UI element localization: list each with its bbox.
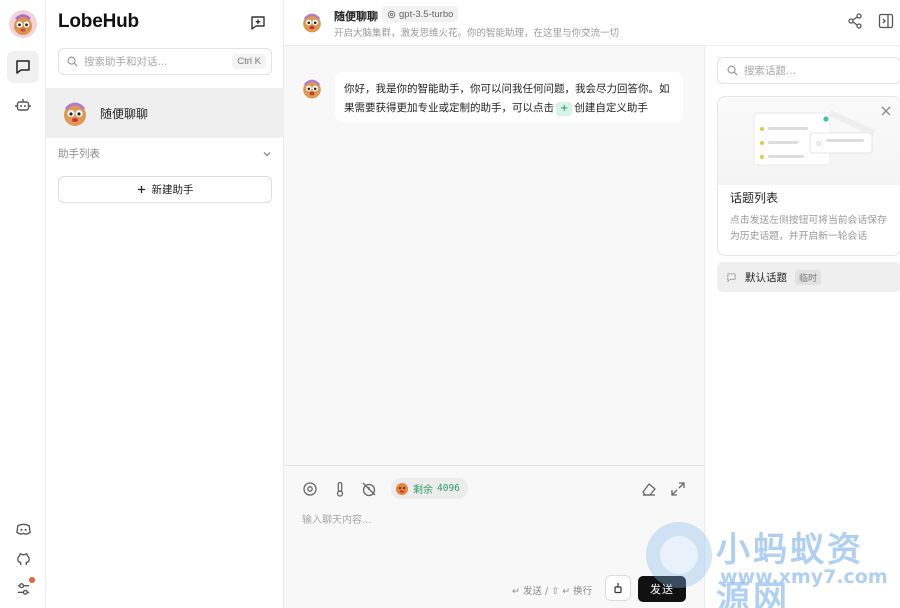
message-avatar [303,79,321,99]
chat-input[interactable]: 输入聊天内容... [302,511,372,526]
search-icon [727,65,738,76]
topic-search-input[interactable]: 搜索话题... [717,57,900,84]
token-label: 剩余 [413,485,433,496]
token-emoji-icon [396,482,408,495]
icon-rail [0,0,46,608]
chat-input-area: 剩余 4096 输入聊天内容... ↵ 发送 / ⇧ ↵ 换行 发送 [284,465,704,608]
send-hint: ↵ 发送 / ⇧ ↵ 换行 [512,586,593,597]
share-icon[interactable] [846,12,864,30]
rail-discord-button[interactable] [7,513,39,545]
session-item-active[interactable]: 随便聊聊 [46,88,283,138]
temporary-badge: 临时 [795,269,822,285]
create-assistant-chip[interactable]: + [556,102,573,116]
group-label: 助手列表 [58,148,100,160]
session-avatar [64,102,86,126]
search-shortcut: Ctrl K [232,54,266,69]
search-icon [67,56,78,67]
svg-text:☆: ☆ [815,139,822,148]
new-assistant-label: 新建助手 [151,184,194,196]
chevron-down-icon [263,151,271,156]
chat-header: 随便聊聊 gpt-3.5-turbo 开启大脑集群，激发思维火花。你的智能助理，… [284,0,900,46]
session-panel: LobeHub 搜索助手和对话... Ctrl K 随便聊聊 助手列表 新建助手 [46,0,284,608]
assistant-group-header[interactable]: 助手列表 [58,146,272,161]
rail-settings-button[interactable] [7,573,39,605]
brand-logo: LobeHub [58,11,139,32]
temperature-icon[interactable] [331,480,349,498]
user-avatar[interactable] [9,10,37,38]
new-chat-icon [251,16,265,30]
token-counter[interactable]: 剩余 4096 [391,478,468,499]
message-text-end: 创建自定义助手 [574,102,648,114]
chat-title: 随便聊聊 [334,10,378,23]
guide-description: 点击发送左侧按钮可将当前会话保存为历史话题，并开启新一轮会话 [730,215,887,242]
topic-search-placeholder: 搜索话题... [744,65,797,77]
topic-illustration: ☆ [718,97,900,185]
chat-icon [16,60,30,74]
rail-assistant-market-button[interactable] [7,89,39,121]
guide-title: 话题列表 [730,191,779,205]
chat-main: 随便聊聊 gpt-3.5-turbo 开启大脑集群，激发思维火花。你的智能助理，… [284,0,900,608]
session-name: 随便聊聊 [100,106,149,121]
discord-icon [15,523,31,535]
broom-icon [614,583,622,594]
session-search-input[interactable]: 搜索助手和对话... Ctrl K [58,48,272,75]
openai-icon [387,10,396,18]
close-icon[interactable] [880,105,892,117]
model-name: gpt-3.5-turbo [399,8,454,20]
new-chat-button[interactable] [247,12,269,34]
plus-icon [137,185,145,194]
topic-guide-card: ☆ 话题列表 点击发送左侧按钮可将当前会话保存为历史话题，并开启新一轮会话 [717,96,900,256]
history-off-icon[interactable] [360,480,378,498]
github-icon [16,552,30,565]
notification-dot [29,577,35,583]
robot-icon [15,99,31,111]
send-button[interactable]: 发送 [638,576,686,602]
settings-icon [17,582,29,595]
assistant-message: 你好，我是你的智能助手，你可以问我任何问题，我会尽力回答你。如果需要获得更加专业… [335,72,683,122]
expand-icon[interactable] [669,480,687,498]
search-placeholder: 搜索助手和对话... [84,56,168,68]
topic-item-default[interactable]: 默认话题 临时 [717,262,900,292]
rail-github-button[interactable] [7,543,39,575]
token-count: 4096 [437,483,460,494]
new-assistant-button[interactable]: 新建助手 [58,176,272,203]
clear-context-button[interactable] [605,575,631,601]
eraser-icon[interactable] [640,480,658,498]
topic-name: 默认话题 [745,271,787,284]
chat-description: 开启大脑集群，激发思维火花。你的智能助理，在这里与你交流一切 [334,28,620,39]
panel-toggle-icon[interactable] [877,12,895,30]
model-settings-icon[interactable] [301,480,319,498]
header-avatar[interactable] [300,10,324,34]
topic-icon [727,272,736,282]
rail-chat-button[interactable] [7,51,39,83]
topic-panel: 搜索话题... ☆ 话题列表 点击发送左侧按钮可将当前会话保存为历史话题，并开启… [704,46,900,608]
model-badge[interactable]: gpt-3.5-turbo [382,6,459,22]
